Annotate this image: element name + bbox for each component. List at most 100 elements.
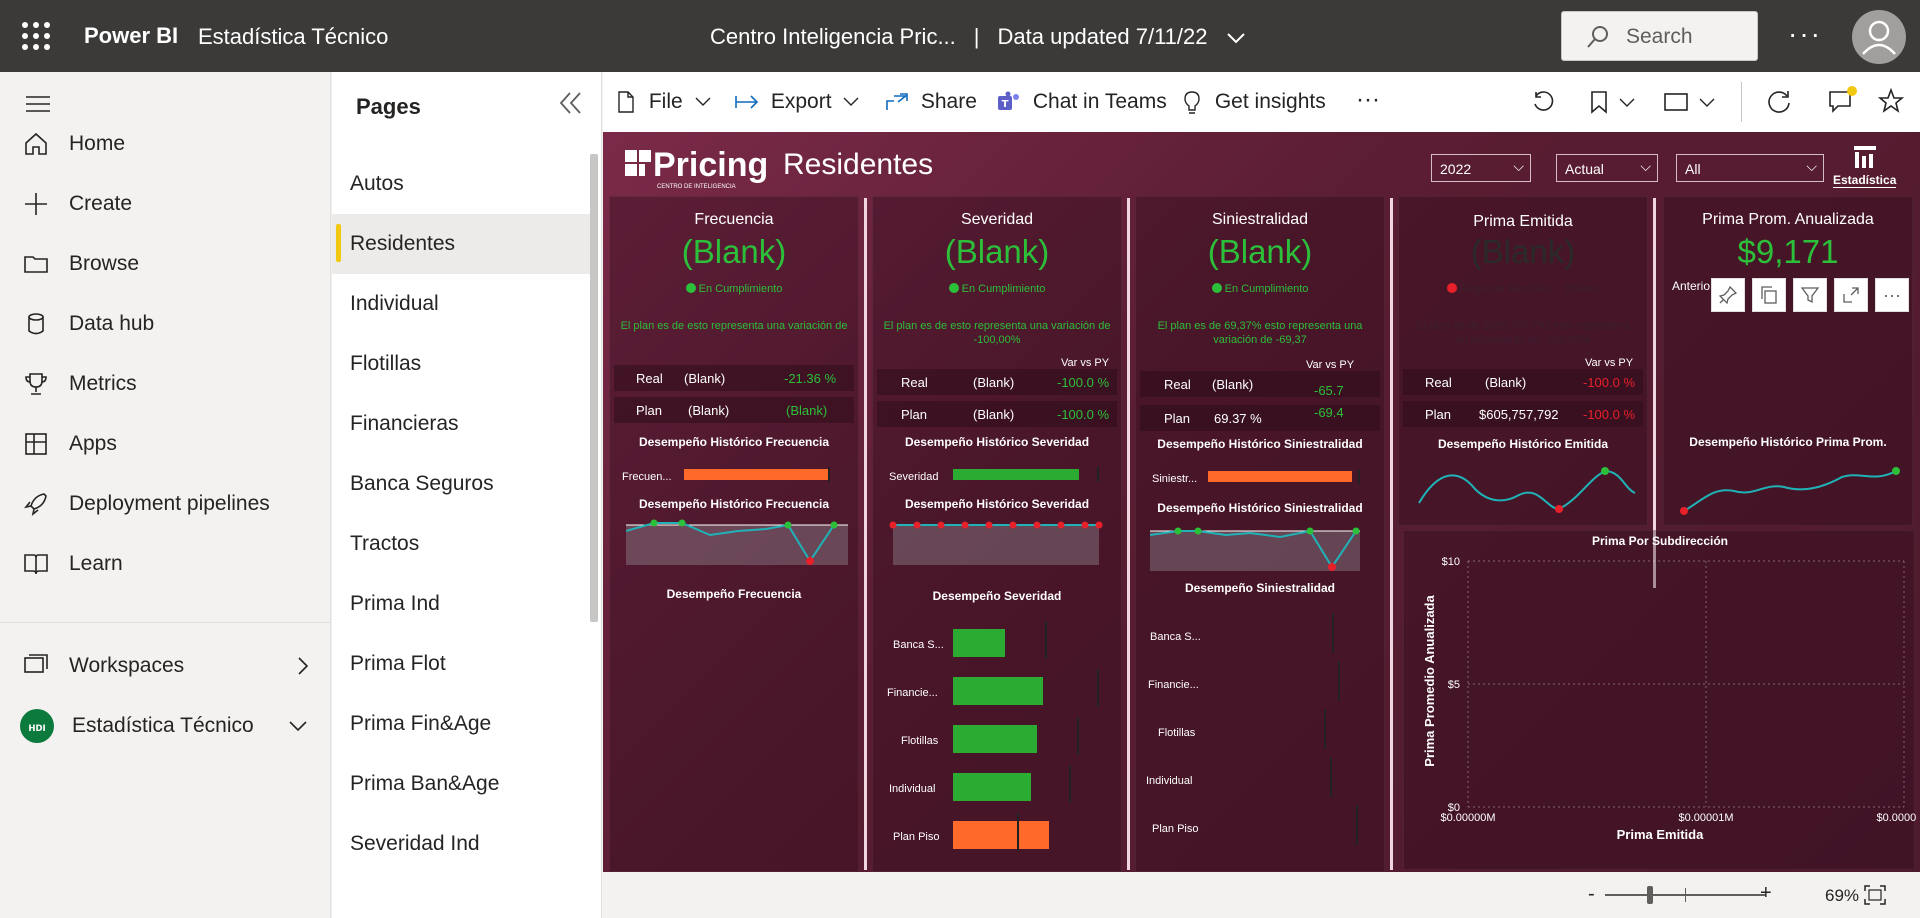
zoom-in-button[interactable]: + (1760, 882, 1772, 905)
severidad-card[interactable]: Severidad (Blank) En Cumplimiento El pla… (872, 196, 1122, 872)
perf-cat-label: Individual (889, 783, 936, 795)
frecuencia-hist-title: Desempeño Histórico Frecuencia (638, 435, 830, 449)
real-value: (Blank) (1212, 377, 1254, 392)
frecuencia-title: Frecuencia (694, 211, 774, 228)
nav-item-metrics[interactable]: Metrics (0, 354, 331, 414)
chat-in-teams-button[interactable]: T Chat in Teams (997, 90, 1167, 114)
chevron-right-icon[interactable] (296, 656, 310, 676)
logo-subtext: CENTRO DE INTELIGENCIA (657, 184, 736, 190)
frecuencia-card[interactable]: Frecuencia (Blank) En Cumplimiento El pl… (609, 196, 859, 872)
report-info[interactable]: Centro Inteligencia Pric... | Data updated… (710, 24, 1246, 50)
search-input[interactable]: Search (1561, 11, 1758, 61)
app-launcher-icon[interactable] (22, 22, 50, 50)
zoom-out-button[interactable]: - (1588, 883, 1595, 906)
favorite-star-icon[interactable] (1878, 88, 1904, 114)
copy-visual-button[interactable] (1752, 278, 1786, 312)
nav-label: Metrics (69, 372, 137, 395)
prima-prom-card[interactable]: Prima Prom. Anualizada $9,171 Anterio De… (1663, 196, 1913, 526)
severidad-perf-title: Desempeño Severidad (932, 589, 1062, 603)
chevron-down-icon[interactable] (1699, 98, 1715, 108)
page-tab-banca-seguros[interactable]: Banca Seguros (332, 454, 590, 514)
perf-cat-label: Flotillas (1158, 727, 1196, 739)
page-tab-autos[interactable]: Autos (332, 154, 590, 214)
year-slicer[interactable]: 2022 ⌵ (1431, 154, 1531, 182)
focus-mode-button[interactable] (1834, 278, 1868, 312)
page-tab-residentes[interactable]: Residentes (332, 214, 590, 274)
page-tab-prima-ban-age[interactable]: Prima Ban&Age (332, 754, 590, 814)
page-tab-flotillas[interactable]: Flotillas (332, 334, 590, 394)
nav-item-current-workspace[interactable]: HDI Estadística Técnico (0, 696, 331, 756)
chevron-down-icon[interactable] (1619, 98, 1635, 108)
reset-icon[interactable] (1531, 90, 1555, 114)
filter-visual-button[interactable] (1793, 278, 1827, 312)
view-icon[interactable] (1663, 92, 1689, 112)
page-tab-severidad-ind[interactable]: Severidad Ind (332, 814, 590, 874)
subdivision-slicer[interactable]: All ⌵ (1676, 154, 1824, 182)
chevron-down-icon[interactable] (288, 720, 308, 734)
siniestralidad-real-row: Real (Blank) -65.7 (1140, 371, 1380, 398)
perf-target (1332, 613, 1334, 653)
nav-item-apps[interactable]: Apps (0, 414, 331, 474)
severidad-note: El plan es de esto representa una variac… (883, 320, 1111, 346)
perf-target (1069, 765, 1071, 803)
nav-item-home[interactable]: Home (0, 114, 331, 174)
collapse-pane-icon[interactable] (558, 90, 584, 116)
chevron-down-icon[interactable] (1226, 31, 1246, 45)
nav-item-deployment-pipelines[interactable]: Deployment pipelines (0, 474, 331, 534)
left-nav: Home Create Browse Data hub Metrics Apps… (0, 72, 331, 918)
mode-slicer[interactable]: Actual ⌵ (1556, 154, 1658, 182)
home-icon (25, 132, 47, 155)
severidad-bullet-bar (953, 469, 1079, 480)
pin-visual-button[interactable] (1711, 278, 1745, 312)
plan-var: -69.4 (1314, 405, 1344, 420)
share-icon (886, 93, 908, 111)
nav-item-data-hub[interactable]: Data hub (0, 294, 331, 354)
page-tab-prima-ind[interactable]: Prima Ind (332, 574, 590, 634)
get-insights-button[interactable]: Get insights (1183, 90, 1326, 115)
siniestralidad-card[interactable]: Siniestralidad (Blank) En Cumplimiento E… (1135, 196, 1385, 872)
zoom-slider-thumb[interactable] (1647, 886, 1653, 904)
page-tab-financieras[interactable]: Financieras (332, 394, 590, 454)
siniestralidad-plan-row: Plan 69.37 % -69.4 (1140, 405, 1380, 431)
var-header: Var vs PY (1061, 357, 1110, 369)
fit-to-page-icon[interactable] (1863, 884, 1887, 906)
pages-pane: Pages Autos Residentes Individual Flotil… (332, 72, 602, 918)
perf-target (1045, 621, 1047, 659)
nav-item-create[interactable]: Create (0, 174, 331, 234)
nav-item-browse[interactable]: Browse (0, 234, 331, 294)
more-options-button[interactable]: ··· (1875, 278, 1909, 312)
nav-item-workspaces[interactable]: Workspaces (0, 636, 331, 696)
perf-target (1338, 661, 1340, 701)
hamburger-icon[interactable] (26, 94, 50, 114)
real-label: Real (636, 371, 663, 386)
perf-target (1077, 717, 1079, 755)
share-button[interactable]: Share (885, 90, 977, 114)
comments-icon[interactable] (1828, 86, 1858, 114)
perf-cat-label: Flotillas (901, 735, 939, 747)
page-tab-prima-flot[interactable]: Prima Flot (332, 634, 590, 694)
bookmark-icon[interactable] (1589, 90, 1609, 114)
refresh-icon[interactable] (1766, 89, 1792, 115)
status-text-2: (Blank) (1564, 283, 1599, 295)
brand-label[interactable]: Power BI (84, 23, 178, 49)
page-tab-prima-fin-age[interactable]: Prima Fin&Age (332, 694, 590, 754)
prima-prom-title: Prima Prom. Anualizada (1702, 211, 1874, 228)
workspace-breadcrumb[interactable]: Estadística Técnico (198, 24, 388, 50)
severidad-real-row: Real (Blank) -100.0 % (877, 369, 1117, 395)
page-tab-individual[interactable]: Individual (332, 274, 590, 334)
chat-label: Chat in Teams (1032, 90, 1167, 113)
avatar[interactable] (1852, 10, 1906, 64)
chevron-down-icon: ⌵ (1806, 158, 1817, 174)
page-tab-tractos[interactable]: Tractos (332, 514, 590, 574)
pages-scrollbar[interactable] (590, 154, 598, 622)
prima-emitida-card[interactable]: Prima Emitida (Blank) Requiere Revisión (… (1398, 196, 1648, 526)
nav-divider (0, 622, 331, 623)
file-menu[interactable]: File (617, 90, 711, 114)
prima-subdireccion-chart[interactable]: Prima Por Subdirección $10 $5 $0 $0.00000M $0… (1403, 530, 1920, 870)
settings-more-button[interactable]: ··· (1788, 18, 1822, 50)
toolbar-more-button[interactable]: ··· (1356, 86, 1380, 114)
file-label: File (648, 90, 683, 113)
nav-item-learn[interactable]: Learn (0, 534, 331, 594)
export-menu[interactable]: Export (735, 90, 859, 114)
status-dot (1447, 283, 1458, 293)
